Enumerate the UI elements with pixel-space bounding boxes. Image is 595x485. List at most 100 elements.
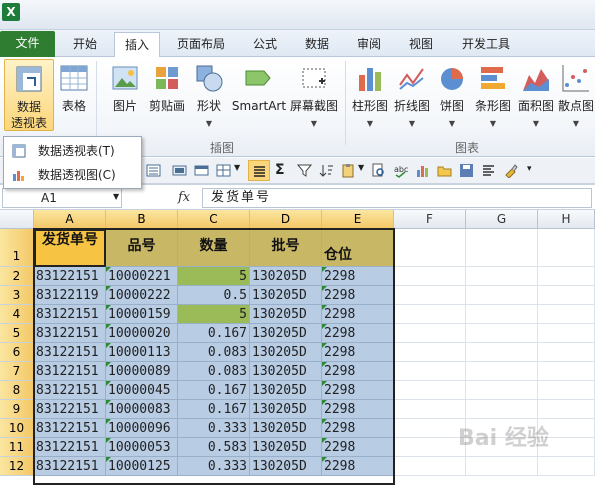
data-cell[interactable]: 0.333 — [178, 419, 250, 438]
data-cell[interactable]: 130205D — [250, 400, 322, 419]
tab-home[interactable]: 开始 — [62, 32, 108, 57]
data-cell[interactable]: 0.167 — [178, 381, 250, 400]
empty-cell[interactable] — [394, 400, 466, 419]
empty-cell[interactable] — [538, 324, 595, 343]
data-cell[interactable]: 0.333 — [178, 457, 250, 476]
empty-cell[interactable] — [538, 305, 595, 324]
smartart-button[interactable]: SmartArt — [230, 59, 288, 131]
tab-formulas[interactable]: 公式 — [245, 32, 285, 57]
empty-cell[interactable] — [466, 400, 538, 419]
form-icon[interactable] — [146, 163, 161, 178]
data-cell[interactable]: 130205D — [250, 438, 322, 457]
data-cell[interactable]: 2298 — [322, 343, 394, 362]
bar-chart-button[interactable]: 条形图 ▼ — [472, 59, 514, 131]
data-cell[interactable]: 0.083 — [178, 343, 250, 362]
tab-review[interactable]: 审阅 — [349, 32, 389, 57]
data-cell[interactable]: 83122151 — [34, 362, 106, 381]
data-cell[interactable]: 130205D — [250, 343, 322, 362]
shapes-button[interactable]: 形状 ▼ — [190, 59, 228, 131]
row-header-6[interactable]: 6 — [0, 343, 34, 362]
tab-view[interactable]: 视图 — [401, 32, 441, 57]
empty-cell[interactable] — [538, 286, 595, 305]
header-cell-b[interactable]: 品号 — [106, 229, 178, 267]
clipart-button[interactable]: 剪贴画 — [146, 59, 188, 131]
data-cell[interactable]: 10000083 — [106, 400, 178, 419]
pie-chart-button[interactable]: 饼图 ▼ — [434, 59, 470, 131]
tab-page-layout[interactable]: 页面布局 — [170, 32, 232, 57]
header-cell-d[interactable]: 批号 — [250, 229, 322, 267]
header-cell-c[interactable]: 数量 — [178, 229, 250, 267]
empty-cell[interactable] — [538, 362, 595, 381]
column-header-e[interactable]: E — [322, 210, 394, 229]
filter-icon[interactable] — [297, 163, 312, 178]
empty-cell[interactable] — [394, 457, 466, 476]
excel-app-icon[interactable]: X — [2, 3, 20, 21]
area-chart-button[interactable]: 面积图 ▼ — [515, 59, 557, 131]
data-cell[interactable]: 0.583 — [178, 438, 250, 457]
data-cell[interactable]: 10000089 — [106, 362, 178, 381]
empty-cell[interactable] — [538, 343, 595, 362]
empty-cell[interactable] — [394, 229, 466, 267]
empty-cell[interactable] — [394, 362, 466, 381]
paste-dropdown-caret[interactable]: ▼ — [358, 163, 364, 172]
data-cell[interactable]: 0.167 — [178, 400, 250, 419]
data-cell[interactable]: 0.167 — [178, 324, 250, 343]
empty-cell[interactable] — [466, 343, 538, 362]
data-cell[interactable]: 10000020 — [106, 324, 178, 343]
line-chart-button[interactable]: 折线图 ▼ — [391, 59, 433, 131]
picture-button[interactable]: 图片 — [105, 59, 145, 131]
empty-cell[interactable] — [466, 324, 538, 343]
row-header-3[interactable]: 3 — [0, 286, 34, 305]
data-cell[interactable]: 2298 — [322, 381, 394, 400]
row-header-9[interactable]: 9 — [0, 400, 34, 419]
sum-icon[interactable]: Σ — [275, 162, 285, 178]
data-cell[interactable]: 130205D — [250, 381, 322, 400]
header-cell-e[interactable]: 仓位 — [322, 229, 394, 267]
scatter-chart-button[interactable]: 散点图 ▼ — [557, 59, 595, 131]
customize-toolbar-caret[interactable]: ▾ — [527, 164, 532, 174]
data-cell[interactable]: 83122151 — [34, 457, 106, 476]
row-header-7[interactable]: 7 — [0, 362, 34, 381]
empty-cell[interactable] — [538, 229, 595, 267]
empty-cell[interactable] — [466, 286, 538, 305]
data-cell[interactable]: 10000221 — [106, 267, 178, 286]
name-box[interactable]: A1 — [2, 188, 122, 208]
formula-input[interactable]: 发货单号 — [202, 188, 592, 208]
data-cell[interactable]: 2298 — [322, 419, 394, 438]
row-header-5[interactable]: 5 — [0, 324, 34, 343]
view-icon[interactable] — [216, 163, 231, 178]
column-header-d[interactable]: D — [250, 210, 322, 229]
data-cell[interactable]: 10000053 — [106, 438, 178, 457]
view-dropdown-caret[interactable]: ▼ — [234, 163, 240, 172]
outline-icon[interactable] — [172, 163, 187, 178]
data-cell[interactable]: 2298 — [322, 267, 394, 286]
row-header-11[interactable]: 11 — [0, 438, 34, 457]
data-cell[interactable]: 83122119 — [34, 286, 106, 305]
data-cell[interactable]: 83122151 — [34, 305, 106, 324]
empty-cell[interactable] — [466, 381, 538, 400]
menu-item-pivot-chart[interactable]: 数据透视图(C) — [4, 163, 141, 187]
empty-cell[interactable] — [466, 362, 538, 381]
empty-cell[interactable] — [394, 343, 466, 362]
data-cell[interactable]: 2298 — [322, 438, 394, 457]
row-header-12[interactable]: 12 — [0, 457, 34, 476]
tab-data[interactable]: 数据 — [297, 32, 337, 57]
folder-icon[interactable] — [437, 163, 452, 178]
data-cell[interactable]: 10000045 — [106, 381, 178, 400]
empty-cell[interactable] — [394, 324, 466, 343]
empty-cell[interactable] — [394, 305, 466, 324]
paste-icon[interactable] — [341, 163, 356, 178]
row-header-10[interactable]: 10 — [0, 419, 34, 438]
empty-cell[interactable] — [538, 457, 595, 476]
column-header-g[interactable]: G — [466, 210, 538, 229]
column-header-f[interactable]: F — [394, 210, 466, 229]
data-cell[interactable]: 83122151 — [34, 419, 106, 438]
empty-cell[interactable] — [394, 267, 466, 286]
name-box-dropdown-icon[interactable]: ▼ — [113, 192, 119, 201]
data-cell[interactable]: 2298 — [322, 324, 394, 343]
empty-cell[interactable] — [466, 229, 538, 267]
data-cell[interactable]: 130205D — [250, 267, 322, 286]
data-cell[interactable]: 130205D — [250, 362, 322, 381]
tab-file[interactable]: 文件 — [0, 31, 55, 57]
table-button[interactable]: 表格 — [57, 59, 91, 131]
